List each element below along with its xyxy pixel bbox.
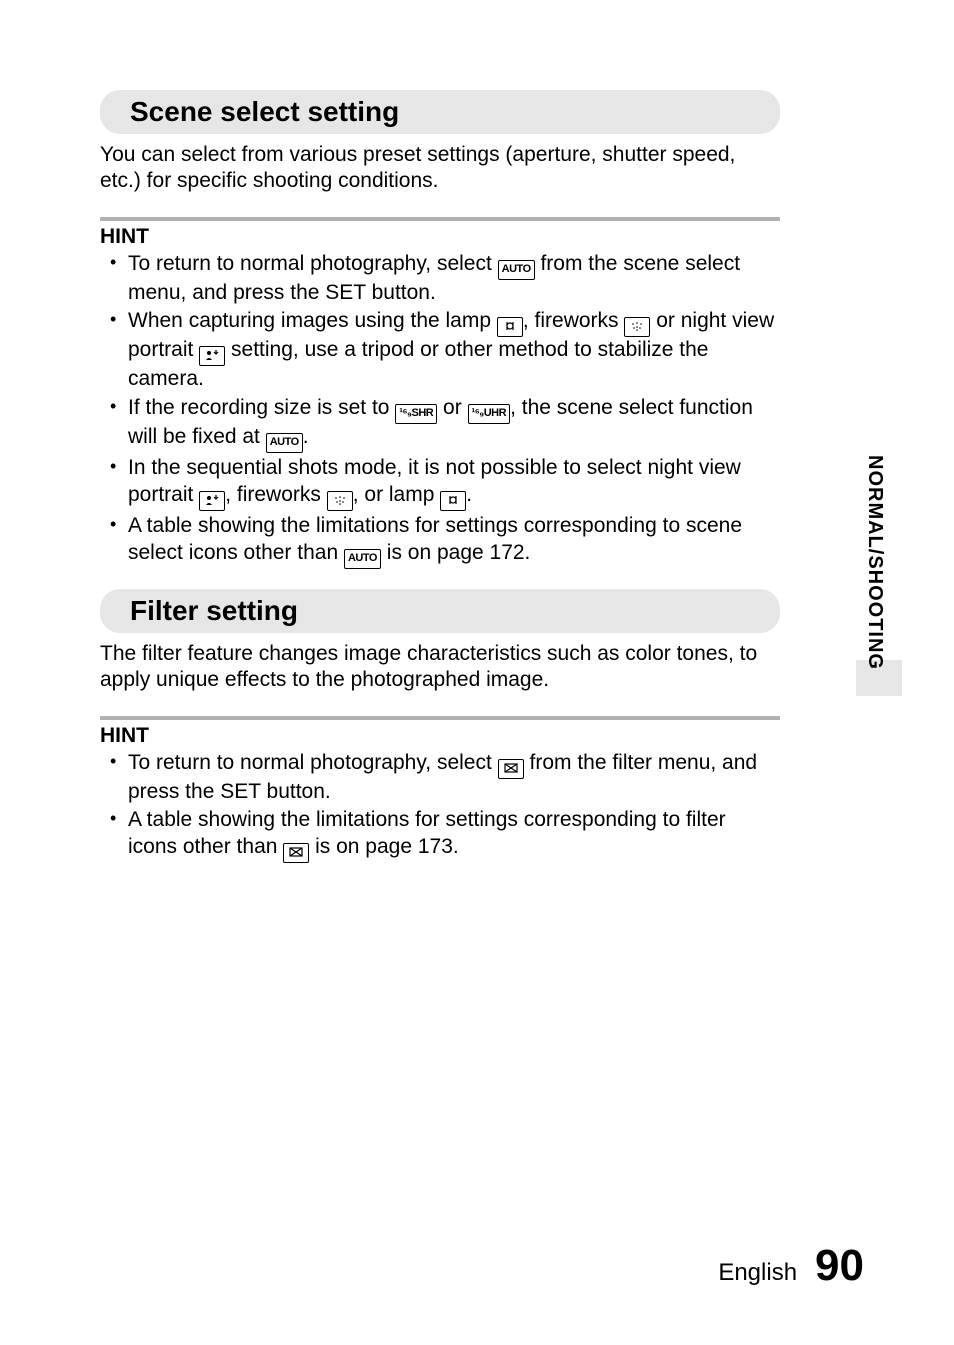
list-item: To return to normal photography, select … (128, 251, 780, 307)
scene-select-intro: You can select from various preset setti… (100, 142, 780, 195)
list-item: A table showing the limitations for sett… (128, 513, 780, 569)
filter-hints: To return to normal photography, select … (100, 750, 780, 864)
lamp-icon (440, 491, 466, 511)
filter-heading: Filter setting (130, 595, 762, 627)
scene-select-heading-bar: Scene select setting (100, 90, 780, 134)
night-portrait-icon (199, 491, 225, 511)
list-item: To return to normal photography, select … (128, 750, 780, 806)
no-filter-icon (498, 759, 524, 779)
hint-label: HINT (100, 225, 780, 249)
hint-label: HINT (100, 724, 780, 748)
footer-page-number: 90 (815, 1241, 864, 1291)
auto-icon: AUTO (344, 549, 381, 569)
page-content: Scene select setting You can select from… (100, 90, 780, 863)
uhr-icon: ¹⁶₉UHR (468, 404, 511, 424)
auto-icon: AUTO (266, 433, 303, 453)
filter-intro: The filter feature changes image charact… (100, 641, 780, 694)
list-item: If the recording size is set to ¹⁶₉SHR o… (128, 395, 780, 453)
fireworks-icon (624, 317, 650, 337)
no-filter-icon (283, 843, 309, 863)
side-tab-label: NORMAL/SHOOTING (863, 455, 886, 670)
auto-icon: AUTO (498, 260, 535, 280)
list-item: A table showing the limitations for sett… (128, 807, 780, 863)
scene-select-heading: Scene select setting (130, 96, 762, 128)
divider (100, 716, 780, 720)
night-portrait-icon (199, 346, 225, 366)
fireworks-icon (327, 491, 353, 511)
filter-heading-bar: Filter setting (100, 589, 780, 633)
shr-icon: ¹⁶₉SHR (395, 404, 437, 424)
list-item: When capturing images using the lamp , f… (128, 308, 780, 393)
manual-page: Scene select setting You can select from… (0, 0, 954, 1345)
page-footer: English 90 (718, 1241, 864, 1291)
footer-language: English (718, 1259, 797, 1287)
lamp-icon (497, 317, 523, 337)
divider (100, 217, 780, 221)
scene-select-hints: To return to normal photography, select … (100, 251, 780, 570)
list-item: In the sequential shots mode, it is not … (128, 455, 780, 511)
